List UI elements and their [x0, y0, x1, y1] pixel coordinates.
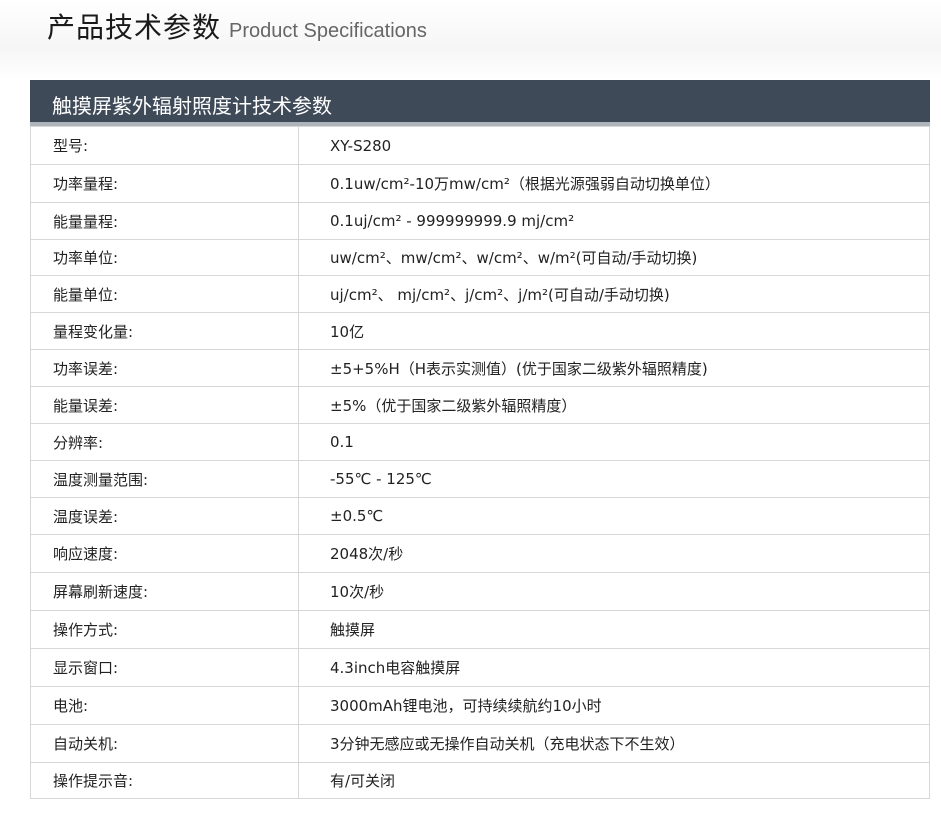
spec-row: 功率单位: uw/cm²、mw/cm²、w/cm²、w/m²(可自动/手动切换) — [30, 239, 930, 276]
spec-label: 电池: — [30, 686, 299, 725]
spec-label: 功率误差: — [30, 349, 299, 387]
spec-row: 能量单位: uj/cm²、 mj/cm²、j/cm²、j/m²(可自动/手动切换) — [30, 275, 930, 313]
spec-table: 型号: XY-S280 功率量程: 0.1uw/cm²-10万mw/cm²（根据光源强… — [30, 126, 930, 799]
spec-label: 自动关机: — [30, 724, 299, 763]
spec-label: 能量量程: — [30, 202, 299, 240]
spec-row: 操作提示音: 有/可关闭 — [30, 762, 930, 799]
spec-label: 响应速度: — [30, 534, 299, 573]
spec-row: 温度误差: ±0.5℃ — [30, 497, 930, 535]
spec-label: 显示窗口: — [30, 648, 299, 687]
spec-value: uj/cm²、 mj/cm²、j/cm²、j/m²(可自动/手动切换) — [298, 275, 930, 313]
spec-value: 0.1uj/cm² - 999999999.9 mj/cm² — [298, 202, 930, 240]
spec-value: 2048次/秒 — [298, 534, 930, 573]
spec-row: 温度测量范围: -55℃ - 125℃ — [30, 460, 930, 498]
page-title-chinese: 产品技术参数 — [47, 11, 222, 44]
spec-table-heading: 触摸屏紫外辐射照度计技术参数 — [30, 80, 930, 126]
spec-label: 能量误差: — [30, 386, 299, 424]
spec-row: 屏幕刷新速度: 10次/秒 — [30, 572, 930, 611]
spec-label: 操作提示音: — [30, 762, 299, 799]
spec-label: 功率量程: — [30, 164, 299, 203]
spec-row: 能量量程: 0.1uj/cm² - 999999999.9 mj/cm² — [30, 202, 930, 240]
spec-row: 操作方式: 触摸屏 — [30, 610, 930, 649]
spec-value: 10次/秒 — [298, 572, 930, 611]
spec-label: 温度测量范围: — [30, 460, 299, 498]
spec-value: ±0.5℃ — [298, 497, 930, 535]
spec-row: 电池: 3000mAh锂电池，可持续续航约10小时 — [30, 686, 930, 725]
spec-label: 型号: — [30, 126, 299, 165]
spec-value: 4.3inch电容触摸屏 — [298, 648, 930, 687]
spec-value: uw/cm²、mw/cm²、w/cm²、w/m²(可自动/手动切换) — [298, 239, 930, 276]
spec-label: 屏幕刷新速度: — [30, 572, 299, 611]
spec-label: 量程变化量: — [30, 312, 299, 350]
spec-row: 型号: XY-S280 — [30, 126, 930, 165]
spec-label: 功率单位: — [30, 239, 299, 276]
spec-value: ±5+5%H（H表示实测值）(优于国家二级紫外辐照精度) — [298, 349, 930, 387]
spec-value: 0.1 — [298, 423, 930, 461]
spec-label: 操作方式: — [30, 610, 299, 649]
spec-value: 3分钟无感应或无操作自动关机（充电状态下不生效） — [298, 724, 930, 763]
spec-value: ±5%（优于国家二级紫外辐照精度） — [298, 386, 930, 424]
spec-label: 能量单位: — [30, 275, 299, 313]
spec-value: -55℃ - 125℃ — [298, 460, 930, 498]
spec-value: 0.1uw/cm²-10万mw/cm²（根据光源强弱自动切换单位） — [298, 164, 930, 203]
spec-row: 量程变化量: 10亿 — [30, 312, 930, 350]
spec-value: 有/可关闭 — [298, 762, 930, 799]
spec-value: 触摸屏 — [298, 610, 930, 649]
spec-value: XY-S280 — [298, 126, 930, 165]
spec-label: 温度误差: — [30, 497, 299, 535]
spec-row: 响应速度: 2048次/秒 — [30, 534, 930, 573]
page-title-english: Product Specifications — [229, 20, 427, 42]
spec-table-block: 触摸屏紫外辐射照度计技术参数 型号: XY-S280 功率量程: 0.1uw/cm²-… — [30, 80, 930, 799]
spec-row: 能量误差: ±5%（优于国家二级紫外辐照精度） — [30, 386, 930, 424]
spec-row: 功率误差: ±5+5%H（H表示实测值）(优于国家二级紫外辐照精度) — [30, 349, 930, 387]
spec-value: 10亿 — [298, 312, 930, 350]
spec-row: 分辨率: 0.1 — [30, 423, 930, 461]
spec-row: 功率量程: 0.1uw/cm²-10万mw/cm²（根据光源强弱自动切换单位） — [30, 164, 930, 203]
spec-value: 3000mAh锂电池，可持续续航约10小时 — [298, 686, 930, 725]
page-title: 产品技术参数 Product Specifications — [47, 6, 427, 50]
spec-row: 自动关机: 3分钟无感应或无操作自动关机（充电状态下不生效） — [30, 724, 930, 763]
spec-label: 分辨率: — [30, 423, 299, 461]
spec-row: 显示窗口: 4.3inch电容触摸屏 — [30, 648, 930, 687]
spec-table-body: 型号: XY-S280 功率量程: 0.1uw/cm²-10万mw/cm²（根据光源强… — [30, 126, 930, 799]
